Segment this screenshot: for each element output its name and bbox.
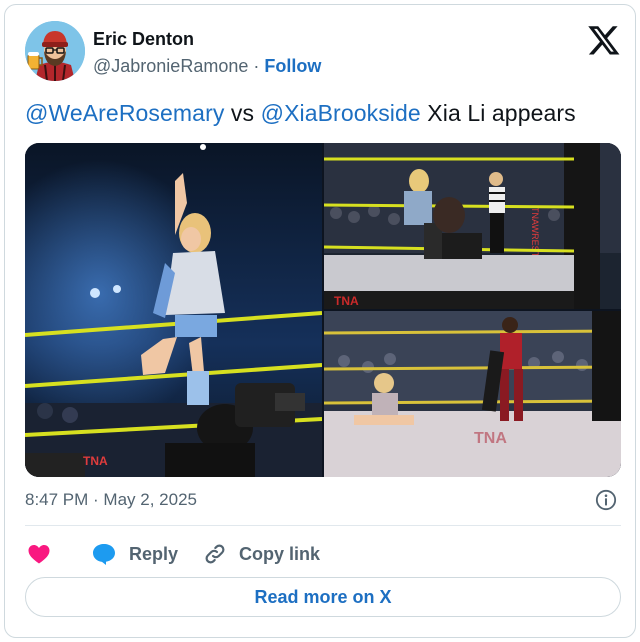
reply-button[interactable]: Reply bbox=[91, 539, 178, 569]
svg-text:TNA: TNA bbox=[474, 430, 507, 447]
photo-3[interactable]: TNA bbox=[324, 311, 621, 477]
svg-text:TNA: TNA bbox=[334, 294, 359, 308]
wrestler-celebrating-photo: TNA bbox=[25, 143, 322, 477]
svg-text:TNA: TNA bbox=[83, 454, 108, 468]
link-icon bbox=[205, 544, 225, 564]
heart-icon bbox=[28, 545, 50, 564]
wrestlers-in-ring-photo: TNAWRESTLING.COM TNA bbox=[324, 143, 621, 309]
post-text: @WeAreRosemary vs @XiaBrookside Xia Li a… bbox=[25, 100, 576, 127]
photo-1[interactable]: TNA bbox=[25, 143, 322, 477]
reply-label: Reply bbox=[129, 543, 179, 564]
copy-link-button[interactable]: Copy link bbox=[203, 539, 320, 569]
reply-bubble-icon bbox=[93, 544, 115, 565]
post-timestamp[interactable]: 8:47 PM · May 2, 2025 bbox=[25, 490, 197, 510]
read-more-button[interactable]: Read more on X bbox=[25, 577, 621, 617]
like-button[interactable] bbox=[27, 539, 51, 569]
avatar[interactable] bbox=[25, 21, 85, 81]
photo-2[interactable]: TNAWRESTLING.COM TNA bbox=[324, 143, 621, 309]
follow-button[interactable]: Follow bbox=[264, 56, 321, 76]
read-more-label: Read more on X bbox=[254, 586, 392, 607]
embedded-post-card: Eric Denton @JabronieRamone · Follow @We… bbox=[4, 4, 636, 638]
x-logo-icon[interactable] bbox=[587, 23, 621, 57]
mention-link[interactable]: @WeAreRosemary bbox=[25, 100, 224, 126]
post-text-vs: vs bbox=[224, 100, 261, 126]
post-text-tail: Xia Li appears bbox=[420, 100, 576, 126]
author-handle[interactable]: @JabronieRamone bbox=[93, 56, 248, 76]
author-name[interactable]: Eric Denton bbox=[93, 29, 194, 50]
info-icon[interactable] bbox=[595, 489, 617, 511]
avatar-illustration bbox=[25, 21, 85, 81]
author-meta: @JabronieRamone · Follow bbox=[93, 56, 321, 77]
separator-dot: · bbox=[253, 56, 260, 76]
mention-link[interactable]: @XiaBrookside bbox=[261, 100, 421, 126]
copy-link-label: Copy link bbox=[239, 543, 321, 564]
wrestler-standing-over-opponent-photo: TNA bbox=[324, 311, 621, 477]
media-grid: TNA TNAWRESTLING.COM TNA TNA bbox=[25, 143, 621, 477]
divider bbox=[25, 525, 621, 526]
